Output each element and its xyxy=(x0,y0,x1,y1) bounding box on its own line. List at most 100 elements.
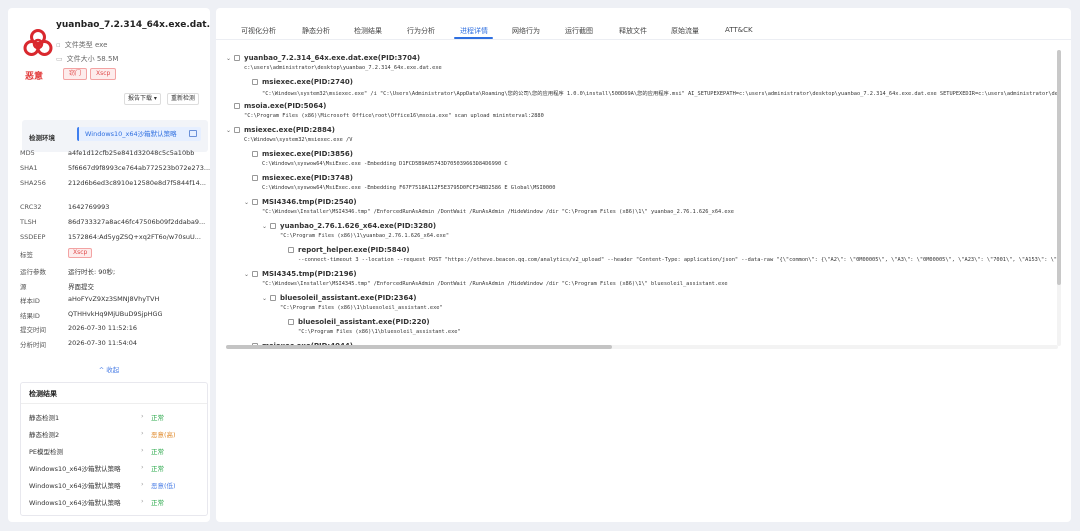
process-cmdline: "C:\Program Files (x86)\Microsoft Office… xyxy=(244,113,544,119)
result-row[interactable]: 静态检测1 › 正常 xyxy=(29,412,205,424)
threat-tag: 窃门 xyxy=(63,68,88,80)
process-name: msiexec.exe(PID:3748) xyxy=(262,174,353,182)
detection-results: 检测结果 静态检测1 › 正常 静态检测2 › 恶意(高) PE模型检测 › 正常 Windows… xyxy=(20,382,208,516)
tab-2[interactable]: 静态分析 xyxy=(302,26,330,36)
horizontal-scrollbar-thumb[interactable] xyxy=(226,345,612,349)
run-row-key: 源 xyxy=(20,282,27,291)
process-cmdline: "C:\Program Files (x86)\1\bluesoleil_ass… xyxy=(298,329,461,335)
chevron-right-icon: › xyxy=(141,429,144,437)
caret-down-icon[interactable]: ⌄ xyxy=(262,223,270,230)
process-node[interactable]: ⌄ yuanbao_2.76.1.626_x64.exe(PID:3280) xyxy=(262,222,436,230)
result-row[interactable]: Windows10_x64沙箱默认策略 › 正常 xyxy=(29,497,205,509)
process-cmdline: C:\Windows\system32\msiexec.exe /V xyxy=(244,137,353,143)
file-icon xyxy=(252,79,258,85)
result-status: 恶意(高) xyxy=(151,431,176,439)
caret-down-icon[interactable]: ⌄ xyxy=(244,271,252,278)
info-row-value: 86d733327a8ac46fc47506b09f2ddaba9... xyxy=(68,218,206,226)
info-row-key: TLSH xyxy=(20,218,37,226)
result-status: 正常 xyxy=(151,414,164,422)
file-icon xyxy=(234,127,240,133)
result-name: Windows10_x64沙箱默认策略 xyxy=(29,499,121,507)
process-node[interactable]: msiexec.exe(PID:3748) xyxy=(244,174,353,182)
vertical-scrollbar-thumb[interactable] xyxy=(1057,50,1061,285)
threat-tag: Xscp xyxy=(90,68,117,80)
result-row[interactable]: PE模型检测 › 正常 xyxy=(29,446,205,458)
tab-6[interactable]: 网络行为 xyxy=(512,26,540,36)
main-panel: 可视化分析 静态分析 检测结果 行为分析 进程详情 网络行为 运行截图 释放文件 原始流量 ATT… xyxy=(216,8,1071,522)
tab-bar: 可视化分析 静态分析 检测结果 行为分析 进程详情 网络行为 运行截图 释放文件 原始流量 ATT… xyxy=(216,8,1071,40)
chevron-right-icon: › xyxy=(141,412,144,420)
process-name: report_helper.exe(PID:5840) xyxy=(298,246,410,254)
tab-3[interactable]: 检测结果 xyxy=(354,26,382,36)
process-name: msiexec.exe(PID:2740) xyxy=(262,78,353,86)
process-cmdline: "C:\Windows\Installer\MSI4346.tmp" /Enfo… xyxy=(262,209,734,215)
caret-down-icon[interactable]: ⌄ xyxy=(244,199,252,206)
run-row-value: aHoFYvZ9Xz3SMNJ8VhyTVH xyxy=(68,295,160,303)
process-cmdline: c:\users\administrator\desktop\yuanbao_7… xyxy=(244,65,442,71)
process-cmdline: "C:\Program Files (x86)\1\yuanbao_2.76.1… xyxy=(280,233,450,239)
file-icon xyxy=(234,103,240,109)
process-name: yuanbao_7.2.314_64x.exe.dat.exe(PID:3704… xyxy=(244,54,421,62)
result-name: Windows10_x64沙箱默认策略 xyxy=(29,482,121,490)
result-name: 静态检测2 xyxy=(29,431,60,439)
result-row[interactable]: Windows10_x64沙箱默认策略 › 正常 xyxy=(29,463,205,475)
hash-row-key: MD5 xyxy=(20,149,35,157)
process-node[interactable]: msiexec.exe(PID:3856) xyxy=(244,150,353,158)
tab-9[interactable]: 原始流量 xyxy=(671,26,699,36)
hash-row-value: 5f6667d9f8993ce764ab772523b072e273... xyxy=(68,164,210,172)
result-row[interactable]: Windows10_x64沙箱默认策略 › 恶意(低) xyxy=(29,480,205,492)
caret-down-icon[interactable]: ⌄ xyxy=(226,55,234,62)
file-icon xyxy=(252,175,258,181)
tab-5[interactable]: 进程详情 xyxy=(460,26,488,36)
tab-7[interactable]: 运行截图 xyxy=(565,26,593,36)
process-node[interactable]: msoia.exe(PID:5064) xyxy=(226,102,326,110)
info-row-key: CRC32 xyxy=(20,203,42,211)
chevron-right-icon: › xyxy=(141,463,144,471)
tab-8[interactable]: 释放文件 xyxy=(619,26,647,36)
process-name: yuanbao_2.76.1.626_x64.exe(PID:3280) xyxy=(280,222,437,230)
process-name: bluesoleil_assistant.exe(PID:220) xyxy=(298,318,430,326)
verdict-label: 恶意 xyxy=(25,72,44,82)
tab-10[interactable]: ATT&CK xyxy=(725,26,753,34)
result-status: 正常 xyxy=(151,499,164,507)
process-cmdline: "C:\Windows\system32\msiexec.exe" /i "C:… xyxy=(262,91,1058,97)
hash-row-key: SHA256 xyxy=(20,179,46,187)
sample-info-panel: yuanbao_7.2.314_64x.exe.dat.dat ▫ 文件类型 ex… xyxy=(8,8,210,522)
file-icon xyxy=(288,319,294,325)
process-node[interactable]: bluesoleil_assistant.exe(PID:220) xyxy=(280,318,430,326)
recheck-button[interactable]: 重新检测 xyxy=(167,93,200,105)
process-name: msoia.exe(PID:5064) xyxy=(244,102,327,110)
process-node[interactable]: ⌄ msiexec.exe(PID:2884) xyxy=(226,126,335,134)
run-row-key: 运行参数 xyxy=(20,268,46,276)
process-node[interactable]: ⌄ MSI4346.tmp(PID:2540) xyxy=(244,198,357,206)
process-node[interactable]: report_helper.exe(PID:5840) xyxy=(280,246,410,254)
tab-1[interactable]: 可视化分析 xyxy=(241,26,276,36)
result-status: 正常 xyxy=(151,448,164,456)
process-cmdline: C:\Windows\syswow64\MsiExec.exe -Embeddi… xyxy=(262,185,556,191)
process-node[interactable]: msiexec.exe(PID:2740) xyxy=(244,78,353,86)
process-node[interactable]: ⌄ MSI4345.tmp(PID:2196) xyxy=(244,270,357,278)
report-download-button[interactable]: 报告下载 ▾ xyxy=(124,93,161,105)
process-cmdline: C:\Windows\syswow64\MsiExec.exe -Embeddi… xyxy=(262,161,508,167)
process-name: bluesoleil_assistant.exe(PID:2364) xyxy=(280,294,417,302)
run-row-value: 界面提交 xyxy=(68,282,94,291)
caret-down-icon[interactable]: ⌄ xyxy=(226,127,234,134)
file-icon xyxy=(252,199,258,205)
biohazard-icon xyxy=(23,29,53,59)
file-icon xyxy=(234,55,240,61)
file-icon xyxy=(252,271,258,277)
hash-row-value: a4fe1d12cfb25e841d32048c5c5a10bb xyxy=(68,149,195,157)
result-row[interactable]: 静态检测2 › 恶意(高) xyxy=(29,429,205,441)
tab-4[interactable]: 行为分析 xyxy=(407,26,435,36)
caret-down-icon[interactable]: ⌄ xyxy=(262,295,270,302)
hash-row-value: 212d6b6ed3c8910e12580e8d7f5844f14... xyxy=(68,179,206,187)
process-cmdline: "C:\Program Files (x86)\1\bluesoleil_ass… xyxy=(280,305,443,311)
env-label: 检测环境 xyxy=(29,134,55,142)
file-size: ▭ 文件大小 58.5M xyxy=(56,55,119,63)
collapse-link[interactable]: ^ 收起 xyxy=(8,364,210,374)
file-icon xyxy=(288,247,294,253)
env-selector[interactable]: Windows10_x64沙箱默认策略 xyxy=(77,127,201,141)
process-node[interactable]: ⌄ yuanbao_7.2.314_64x.exe.dat.exe(PID:370… xyxy=(226,54,420,62)
process-node[interactable]: ⌄ bluesoleil_assistant.exe(PID:2364) xyxy=(262,294,416,302)
info-row-value: 1642769993 xyxy=(68,203,110,211)
